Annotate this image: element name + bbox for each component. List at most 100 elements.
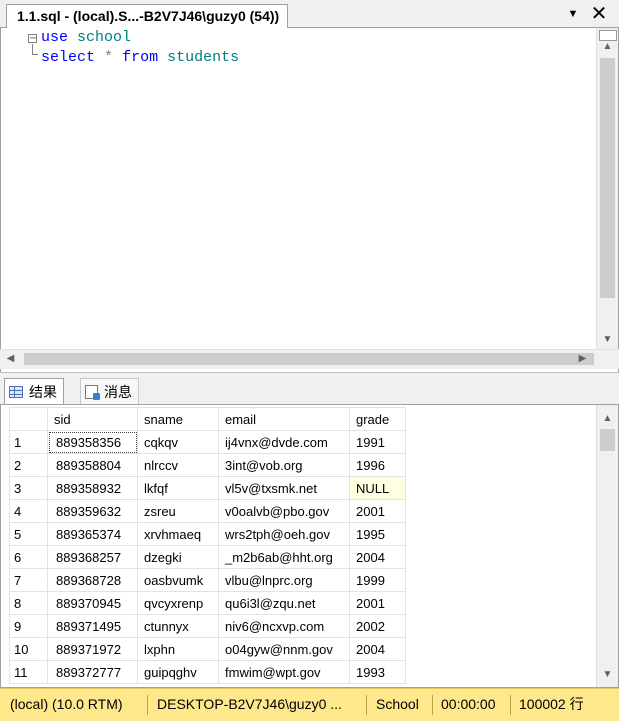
row-number[interactable]: 8 [9, 591, 48, 615]
editor-horizontal-scrollbar[interactable]: ◀ ▶ [0, 349, 619, 369]
scroll-left-icon[interactable]: ◀ [2, 351, 19, 367]
table-row[interactable]: 6 889368257 dzegki _m2b6ab@hht.org 2004 [9, 545, 406, 569]
cell-sname[interactable]: nlrccv [137, 453, 219, 477]
cell-email[interactable]: o04gyw@nnm.gov [218, 637, 350, 661]
table-row[interactable]: 4 889359632 zsreu v0oalvb@pbo.gov 2001 [9, 499, 406, 523]
cell-sname[interactable]: oasbvumk [137, 568, 219, 592]
cell-sid[interactable]: 889365374 [47, 522, 138, 546]
table-row[interactable]: 2 889358804 nlrccv 3int@vob.org 1996 [9, 453, 406, 477]
table-row[interactable]: 8 889370945 qvcyxrenp qu6i3l@zqu.net 2001 [9, 591, 406, 615]
cell-email[interactable]: wrs2tph@oeh.gov [218, 522, 350, 546]
table-row[interactable]: 1 889358356 cqkqv ij4vnx@dvde.com 1991 [9, 430, 406, 454]
scroll-down-icon[interactable]: ▼ [599, 332, 616, 348]
table-row[interactable]: 5 889365374 xrvhmaeq wrs2tph@oeh.gov 1995 [9, 522, 406, 546]
tab-results[interactable]: 结果 [4, 378, 64, 404]
row-number[interactable]: 2 [9, 453, 48, 477]
cell-sname[interactable]: ctunnyx [137, 614, 219, 638]
grid-scroll-thumb[interactable] [600, 429, 615, 451]
cell-email[interactable]: _m2b6ab@hht.org [218, 545, 350, 569]
status-separator [147, 695, 148, 715]
row-number-header[interactable] [9, 407, 48, 431]
cell-grade[interactable]: 2004 [349, 637, 406, 661]
cell-grade[interactable]: 1993 [349, 660, 406, 684]
cell-sname[interactable]: guipqghv [137, 660, 219, 684]
fold-guide [32, 44, 33, 54]
editor-vertical-scrollbar[interactable]: ▲ ▼ [596, 28, 618, 349]
row-number[interactable]: 4 [9, 499, 48, 523]
cell-sid[interactable]: 889358356 [47, 430, 138, 454]
table-row[interactable]: 3 889358932 lkfqf vl5v@txsmk.net NULL [9, 476, 406, 500]
cell-sid[interactable]: 889358804 [47, 453, 138, 477]
cell-sid[interactable]: 889368728 [47, 568, 138, 592]
message-icon [85, 385, 100, 400]
table-row[interactable]: 9 889371495 ctunnyx niv6@ncxvp.com 2002 [9, 614, 406, 638]
cell-email[interactable]: 3int@vob.org [218, 453, 350, 477]
tab-messages[interactable]: 消息 [80, 378, 139, 404]
results-table: sid sname email grade 1 889358356 cqkqv ij4… [9, 407, 406, 684]
cell-grade[interactable]: 1995 [349, 522, 406, 546]
cell-grade[interactable]: 1991 [349, 430, 406, 454]
column-header-grade[interactable]: grade [349, 407, 406, 431]
cell-grade[interactable]: 1999 [349, 568, 406, 592]
cell-sname[interactable]: zsreu [137, 499, 219, 523]
cell-sid[interactable]: 889372777 [47, 660, 138, 684]
results-grid[interactable]: sid sname email grade 1 889358356 cqkqv ij4… [0, 404, 619, 688]
query-editor[interactable]: − use school select * from students ▲ ▼ [0, 28, 619, 372]
cell-email[interactable]: vl5v@txsmk.net [218, 476, 350, 500]
query-document-tab[interactable]: 1.1.sql - (local).S...-B2V7J46\guzy0 (54… [6, 4, 289, 28]
cell-grade[interactable]: 2001 [349, 591, 406, 615]
table-row[interactable]: 7 889368728 oasbvumk vlbu@lnprc.org 1999 [9, 568, 406, 592]
cell-email[interactable]: niv6@ncxvp.com [218, 614, 350, 638]
cell-sname[interactable]: xrvhmaeq [137, 522, 219, 546]
editor-hscroll-thumb[interactable] [24, 353, 594, 365]
table-row[interactable]: 11 889372777 guipqghv fmwim@wpt.gov 1993 [9, 660, 406, 684]
close-icon[interactable]: ✕ [588, 3, 610, 25]
row-number[interactable]: 7 [9, 568, 48, 592]
row-number[interactable]: 1 [9, 430, 48, 454]
grid-scroll-up-icon[interactable]: ▲ [599, 411, 616, 427]
cell-email[interactable]: ij4vnx@dvde.com [218, 430, 350, 454]
cell-email[interactable]: v0oalvb@pbo.gov [218, 499, 350, 523]
row-number[interactable]: 3 [9, 476, 48, 500]
row-number[interactable]: 6 [9, 545, 48, 569]
cell-email[interactable]: fmwim@wpt.gov [218, 660, 350, 684]
cell-grade[interactable]: NULL [349, 476, 406, 500]
grid-vertical-scrollbar[interactable]: ▲ ▼ [596, 405, 618, 687]
status-separator [366, 695, 367, 715]
cell-grade[interactable]: 2004 [349, 545, 406, 569]
cell-grade[interactable]: 2001 [349, 499, 406, 523]
column-header-sname[interactable]: sname [137, 407, 219, 431]
tab-dropdown-icon[interactable]: ▼ [566, 6, 580, 22]
fold-guide-end [32, 54, 38, 55]
cell-sid[interactable]: 889368257 [47, 545, 138, 569]
tab-messages-label: 消息 [104, 384, 132, 400]
scroll-up-icon[interactable]: ▲ [599, 39, 616, 55]
cell-grade[interactable]: 2002 [349, 614, 406, 638]
row-number[interactable]: 5 [9, 522, 48, 546]
cell-grade[interactable]: 1996 [349, 453, 406, 477]
operator-star: * [104, 49, 114, 66]
column-header-email[interactable]: email [218, 407, 350, 431]
row-number[interactable]: 9 [9, 614, 48, 638]
cell-email[interactable]: qu6i3l@zqu.net [218, 591, 350, 615]
collapse-icon[interactable]: − [28, 34, 37, 44]
cell-sname[interactable]: lxphn [137, 637, 219, 661]
grid-scroll-down-icon[interactable]: ▼ [599, 667, 616, 683]
cell-sid[interactable]: 889371972 [47, 637, 138, 661]
cell-sid[interactable]: 889371495 [47, 614, 138, 638]
cell-sname[interactable]: lkfqf [137, 476, 219, 500]
editor-scroll-thumb[interactable] [600, 58, 615, 298]
cell-sid[interactable]: 889359632 [47, 499, 138, 523]
cell-sname[interactable]: cqkqv [137, 430, 219, 454]
cell-sname[interactable]: qvcyxrenp [137, 591, 219, 615]
row-number[interactable]: 10 [9, 637, 48, 661]
cell-sid[interactable]: 889370945 [47, 591, 138, 615]
table-row[interactable]: 10 889371972 lxphn o04gyw@nnm.gov 2004 [9, 637, 406, 661]
cell-email[interactable]: vlbu@lnprc.org [218, 568, 350, 592]
row-number[interactable]: 11 [9, 660, 48, 684]
document-tab-bar: 1.1.sql - (local).S...-B2V7J46\guzy0 (54… [0, 0, 619, 28]
cell-sname[interactable]: dzegki [137, 545, 219, 569]
column-header-sid[interactable]: sid [47, 407, 138, 431]
cell-sid[interactable]: 889358932 [47, 476, 138, 500]
scroll-right-icon[interactable]: ▶ [574, 351, 591, 367]
